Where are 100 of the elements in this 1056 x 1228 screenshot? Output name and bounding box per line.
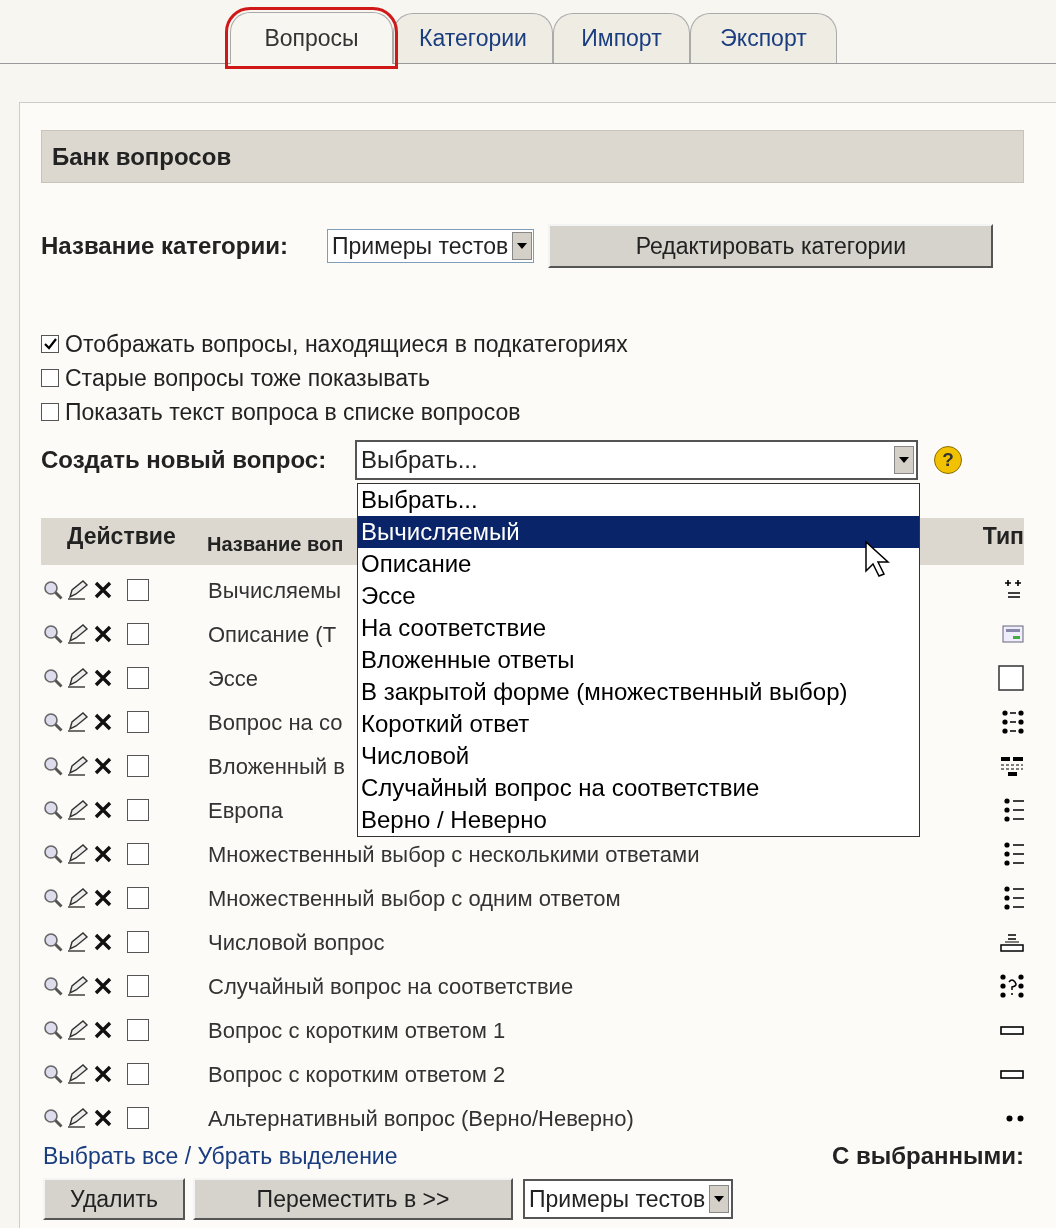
- shortanswer-type-icon: [1000, 1069, 1024, 1079]
- search-icon[interactable]: [43, 1020, 63, 1040]
- menu-item[interactable]: Короткий ответ: [358, 708, 919, 740]
- delete-icon[interactable]: [93, 668, 113, 688]
- option-label: Показать текст вопроса в списке вопросов: [65, 397, 521, 427]
- question-name: Европа: [208, 796, 283, 825]
- question-name: Альтернативный вопрос (Верно/Неверно): [208, 1104, 634, 1133]
- delete-icon[interactable]: [93, 1064, 113, 1084]
- pencil-icon[interactable]: [67, 668, 89, 688]
- checkbox[interactable]: [127, 799, 149, 821]
- checkbox[interactable]: [127, 579, 149, 601]
- pencil-icon[interactable]: [67, 1108, 89, 1128]
- create-question-label: Создать новый вопрос:: [41, 445, 328, 475]
- checkbox[interactable]: [41, 335, 59, 353]
- search-icon[interactable]: [43, 888, 63, 908]
- pencil-icon[interactable]: [67, 844, 89, 864]
- delete-icon[interactable]: [93, 1108, 113, 1128]
- delete-icon[interactable]: [93, 756, 113, 776]
- checkbox[interactable]: [127, 1063, 149, 1085]
- delete-icon[interactable]: [93, 580, 113, 600]
- delete-icon[interactable]: [93, 976, 113, 996]
- search-icon[interactable]: [43, 844, 63, 864]
- multichoice-type-icon: [1004, 798, 1024, 822]
- tab[interactable]: Импорт: [553, 13, 690, 63]
- question-name: Случайный вопрос на соответствие: [208, 972, 574, 1001]
- pencil-icon[interactable]: [67, 976, 89, 996]
- with-selected-label: С выбранными:: [831, 1141, 1024, 1171]
- tab[interactable]: Экспорт: [690, 13, 837, 63]
- checkbox[interactable]: [127, 1107, 149, 1129]
- essay-type-icon: [998, 665, 1024, 691]
- category-label: Название категории:: [41, 231, 289, 261]
- search-icon[interactable]: [43, 1064, 63, 1084]
- column-header: Тип: [982, 521, 1024, 551]
- menu-item[interactable]: Числовой: [358, 740, 919, 772]
- delete-icon[interactable]: [93, 1020, 113, 1040]
- delete-icon[interactable]: [93, 712, 113, 732]
- menu-item[interactable]: Выбрать...: [358, 484, 919, 516]
- checkbox[interactable]: [127, 1019, 149, 1041]
- menu-item[interactable]: Описание: [358, 548, 919, 580]
- delete-icon[interactable]: [93, 932, 113, 952]
- category-select[interactable]: Примеры тестов: [327, 229, 535, 263]
- pencil-icon[interactable]: [67, 624, 89, 644]
- menu-item[interactable]: На соответствие: [358, 612, 919, 644]
- target-category-select[interactable]: Примеры тестов: [523, 1179, 734, 1219]
- checkbox[interactable]: [127, 667, 149, 689]
- menu-item[interactable]: Эссе: [358, 580, 919, 612]
- search-icon[interactable]: [43, 1108, 63, 1128]
- column-header: Действие: [67, 521, 177, 551]
- menu-item[interactable]: В закрытой форме (множественный выбор): [358, 676, 919, 708]
- checkbox[interactable]: [127, 887, 149, 909]
- checkbox[interactable]: [41, 403, 59, 421]
- pencil-icon[interactable]: [67, 1064, 89, 1084]
- checkbox[interactable]: [127, 975, 149, 997]
- pencil-icon[interactable]: [67, 756, 89, 776]
- checkbox[interactable]: [127, 711, 149, 733]
- search-icon[interactable]: [43, 668, 63, 688]
- move-button[interactable]: Переместить в >>: [193, 1178, 513, 1220]
- pencil-icon[interactable]: [67, 1020, 89, 1040]
- mouse-cursor-icon: [864, 540, 890, 578]
- delete-icon[interactable]: [93, 888, 113, 908]
- question-name: Описание (Т: [208, 620, 337, 649]
- search-icon[interactable]: [43, 800, 63, 820]
- question-name: Эссе: [208, 664, 259, 693]
- question-type-select[interactable]: Выбрать...: [355, 440, 918, 480]
- pencil-icon[interactable]: [67, 800, 89, 820]
- delete-icon[interactable]: [93, 844, 113, 864]
- pencil-icon[interactable]: [67, 932, 89, 952]
- checkbox[interactable]: [127, 843, 149, 865]
- question-name: Вложенный в: [208, 752, 345, 781]
- multichoice-type-icon: [1004, 842, 1024, 866]
- search-icon[interactable]: [43, 976, 63, 996]
- pencil-icon[interactable]: [67, 580, 89, 600]
- delete-icon[interactable]: [93, 624, 113, 644]
- help-icon[interactable]: ?: [934, 446, 962, 474]
- question-name: Вопрос с коротким ответом 2: [208, 1060, 506, 1089]
- pencil-icon[interactable]: [67, 888, 89, 908]
- menu-item[interactable]: Вложенные ответы: [358, 644, 919, 676]
- checkbox[interactable]: [127, 623, 149, 645]
- checkbox[interactable]: [127, 755, 149, 777]
- description-type-icon: [1002, 625, 1024, 643]
- menu-item[interactable]: Вычисляемый: [358, 516, 919, 548]
- search-icon[interactable]: [43, 756, 63, 776]
- checkbox[interactable]: [41, 369, 59, 387]
- question-name: Вычисляемы: [208, 576, 342, 605]
- search-icon[interactable]: [43, 624, 63, 644]
- search-icon[interactable]: [43, 712, 63, 732]
- delete-button[interactable]: Удалить: [43, 1178, 185, 1220]
- menu-item[interactable]: Случайный вопрос на соответствие: [358, 772, 919, 804]
- menu-item[interactable]: Верно / Неверно: [358, 804, 919, 836]
- select-all-link[interactable]: Выбрать все / Убрать выделение: [43, 1138, 398, 1174]
- checkbox[interactable]: [127, 931, 149, 953]
- question-name: Множественный выбор с несколькими ответами: [208, 840, 700, 869]
- edit-categories-button[interactable]: Редактировать категории: [548, 224, 994, 268]
- search-icon[interactable]: [43, 580, 63, 600]
- pencil-icon[interactable]: [67, 712, 89, 732]
- search-icon[interactable]: [43, 932, 63, 952]
- tab[interactable]: Категории: [393, 13, 553, 63]
- delete-icon[interactable]: [93, 800, 113, 820]
- multichoice-type-icon: [1004, 886, 1024, 910]
- question-name: Вопрос с коротким ответом 1: [208, 1016, 506, 1045]
